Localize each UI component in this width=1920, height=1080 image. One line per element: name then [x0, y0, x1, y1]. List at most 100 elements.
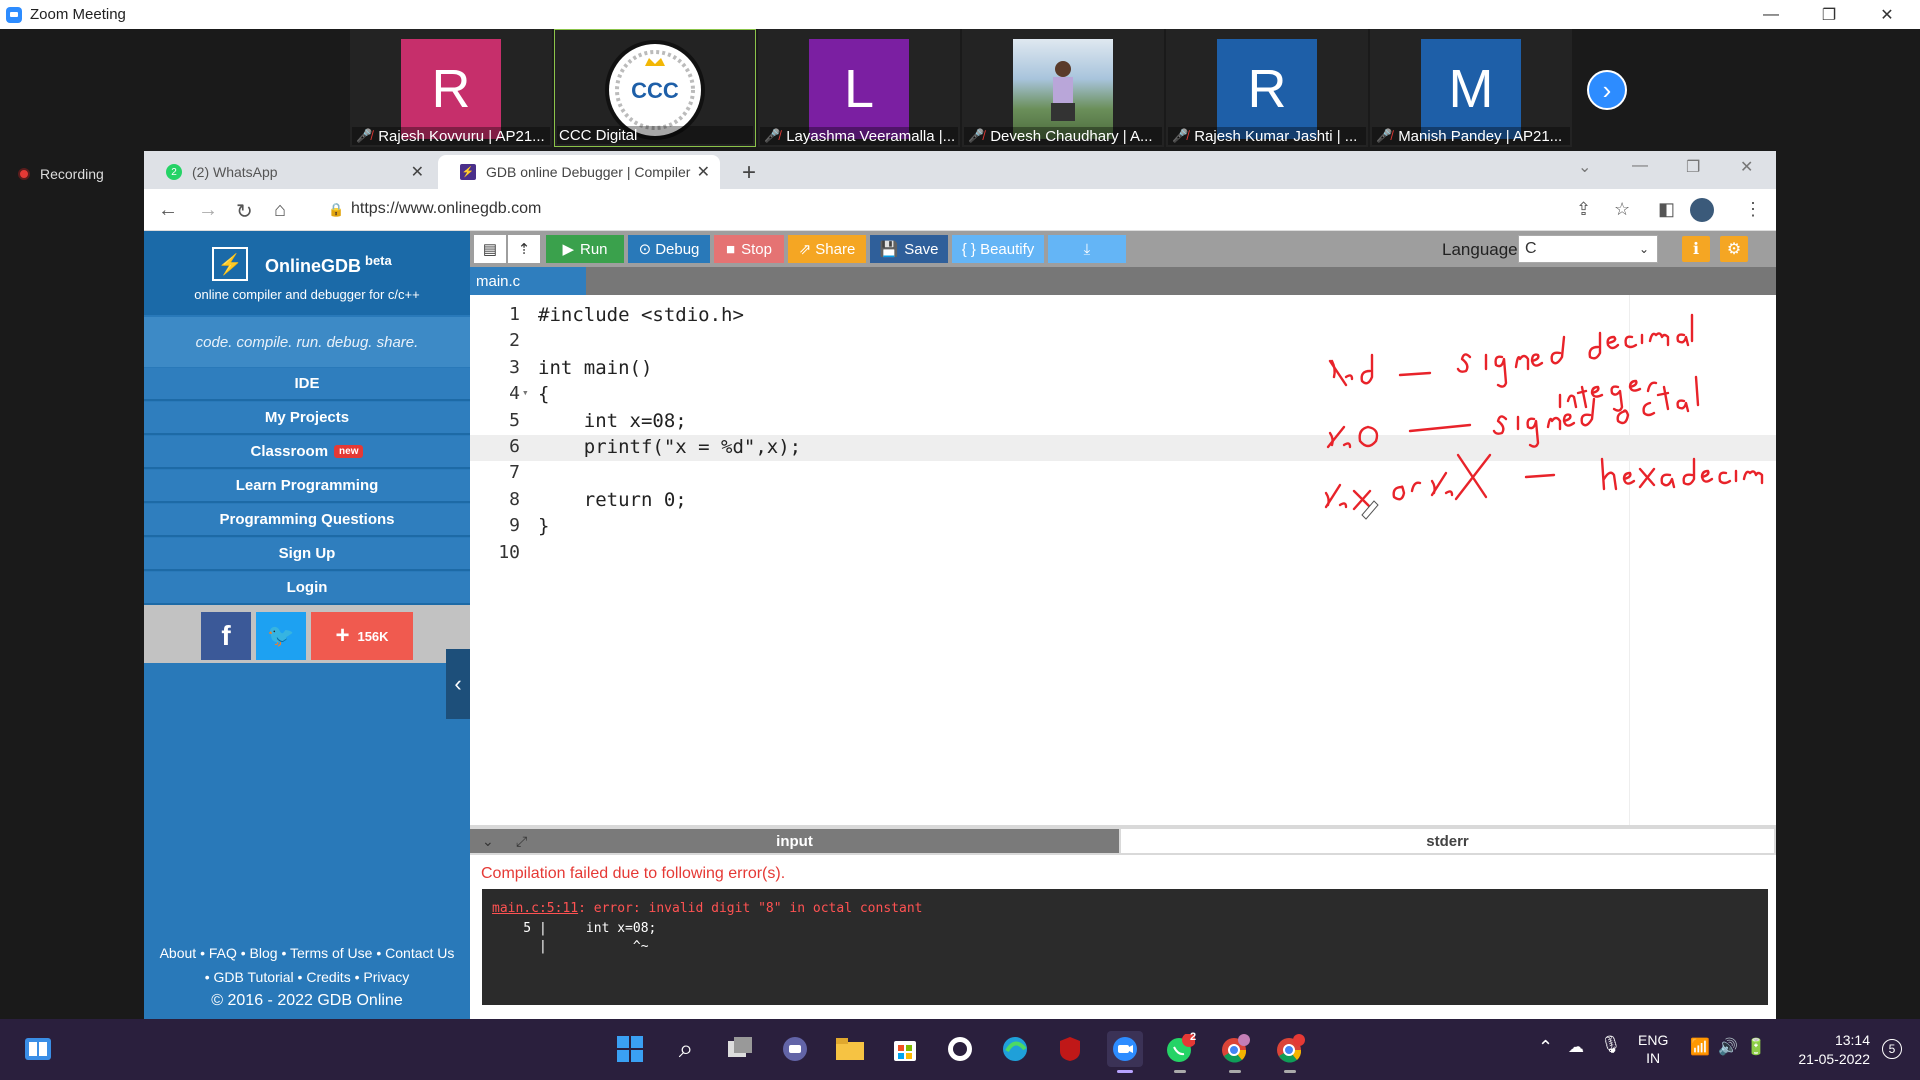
tab-whatsapp[interactable]: 2 (2) WhatsApp ✕	[144, 155, 434, 189]
file-explorer-icon[interactable]	[832, 1031, 868, 1067]
chevron-up-icon[interactable]: ⌃	[1538, 1037, 1553, 1058]
footer-links-2[interactable]: • GDB Tutorial • Credits • Privacy	[144, 965, 470, 989]
participant-tile[interactable]: 🎤̸ Devesh Chaudhary | A...	[962, 29, 1164, 147]
ink-stroke	[1514, 354, 1530, 371]
facebook-icon[interactable]: f	[201, 612, 251, 660]
close-tab-icon[interactable]: ✕	[411, 162, 424, 182]
more-icon[interactable]: ⋮	[1744, 199, 1762, 220]
twitter-icon[interactable]: 🐦	[256, 612, 306, 660]
ink-stroke	[1576, 385, 1588, 409]
chrome-icon[interactable]	[1217, 1031, 1253, 1073]
collapse-sidebar-button[interactable]: ‹	[446, 649, 470, 719]
teams-chat-icon[interactable]	[777, 1031, 813, 1067]
participant-tile[interactable]: L 🎤̸ Layashma Veeramalla |...	[758, 29, 960, 147]
participant-tile[interactable]: R 🎤̸ Rajesh Kumar Jashti | ...	[1166, 29, 1368, 147]
task-view-icon[interactable]	[722, 1031, 758, 1067]
participant-tile[interactable]: M 🎤̸ Manish Pandey | AP21...	[1370, 29, 1572, 147]
info-icon[interactable]: ℹ	[1682, 236, 1710, 262]
language-indicator[interactable]: ENG IN	[1638, 1031, 1668, 1067]
share-count-button[interactable]: +156K	[311, 612, 413, 660]
new-tab-icon[interactable]: +	[742, 159, 756, 187]
edge-icon[interactable]	[997, 1031, 1033, 1067]
url-field[interactable]: https://www.onlinegdb.com	[351, 200, 541, 218]
stop-button[interactable]: ■ Stop	[714, 235, 784, 263]
ink-stroke	[1642, 401, 1656, 417]
ink-stroke	[1456, 353, 1472, 373]
share-icon[interactable]: ⇪	[1576, 199, 1591, 220]
app-icon[interactable]	[942, 1031, 978, 1067]
browser-tab-bar: 2 (2) WhatsApp ✕ ⚡ GDB online Debugger |…	[144, 151, 1776, 189]
recording-label: Recording	[40, 166, 104, 182]
widgets-icon[interactable]	[20, 1031, 56, 1067]
restore-icon[interactable]: ❐	[1800, 0, 1858, 29]
download-icon[interactable]: ⤓	[1048, 235, 1126, 263]
participant-name: Devesh Chaudhary | A...	[990, 127, 1153, 145]
close-icon[interactable]: ✕	[1858, 0, 1916, 29]
home-icon[interactable]: ⌂	[274, 199, 286, 222]
sidebar: ⚡ OnlineGDB beta online compiler and debu…	[144, 231, 470, 1019]
recording-indicator[interactable]: Recording	[18, 166, 104, 182]
chevron-right-icon: ›	[1602, 74, 1612, 105]
brand-name: OnlineGDB	[265, 256, 362, 276]
code-editor[interactable]: 1 #include <stdio.h> 2 3 int main() 4 ▾{5 int …	[470, 295, 1776, 825]
error-location-link[interactable]: main.c:5:11	[492, 901, 578, 916]
sidebar-item-programming-questions[interactable]: Programming Questions	[144, 504, 470, 537]
next-participants-button[interactable]: ›	[1587, 70, 1627, 110]
language-label: Language	[1442, 240, 1518, 259]
participant-tile[interactable]: R 🎤̸ Rajesh Kovvuru | AP21...	[350, 29, 552, 147]
brand-tagline: online compiler and debugger for c/c++	[194, 287, 420, 302]
save-button[interactable]: 💾 Save	[870, 235, 948, 263]
onedrive-icon[interactable]: ☁	[1568, 1037, 1584, 1057]
expand-icon[interactable]: ⤢	[516, 833, 527, 850]
sidebar-item-my-projects[interactable]: My Projects	[144, 402, 470, 435]
sidebar-item-classroom[interactable]: Classroom new	[144, 436, 470, 469]
windows-start-icon[interactable]	[612, 1031, 648, 1067]
sidebar-icon[interactable]: ◧	[1658, 199, 1675, 220]
new-file-icon[interactable]: ▤	[474, 235, 506, 263]
star-icon[interactable]: ☆	[1614, 199, 1630, 220]
sidebar-item-learn-programming[interactable]: Learn Programming	[144, 470, 470, 503]
tab-search-icon[interactable]: ⌄	[1578, 157, 1591, 177]
footer-links-1[interactable]: About • FAQ • Blog • Terms of Use • Cont…	[144, 941, 470, 965]
close-tab-icon[interactable]: ✕	[697, 162, 710, 182]
tab-onlinegdb[interactable]: ⚡ GDB online Debugger | Compiler ✕	[438, 155, 720, 189]
mic-muted-icon: 🎤̸	[764, 128, 781, 143]
store-icon[interactable]	[887, 1031, 923, 1067]
debug-button[interactable]: ⊙ Debug	[628, 235, 710, 263]
close-icon[interactable]: ✕	[1740, 157, 1753, 177]
social-bar: f 🐦 +156K	[144, 605, 470, 663]
language-select[interactable]: C ⌄	[1518, 235, 1658, 263]
participant-name: Rajesh Kovvuru | AP21...	[378, 127, 545, 145]
volume-icon[interactable]: 🔊	[1718, 1037, 1738, 1057]
gear-icon[interactable]: ⚙	[1720, 236, 1748, 262]
wifi-icon[interactable]: 📶	[1690, 1037, 1710, 1057]
chrome-profile-icon[interactable]	[1272, 1031, 1308, 1073]
upload-icon[interactable]: ⇡	[508, 235, 540, 263]
mcafee-icon[interactable]	[1052, 1031, 1088, 1067]
minimize-icon[interactable]: —	[1632, 157, 1648, 175]
profile-avatar-icon[interactable]	[1690, 198, 1714, 222]
whatsapp-icon[interactable]: 2	[1162, 1031, 1198, 1073]
tab-input[interactable]: input	[470, 829, 1119, 853]
beautify-button[interactable]: { } Beautify	[952, 235, 1044, 263]
search-icon[interactable]: ⌕	[668, 1031, 704, 1067]
microphone-icon[interactable]: 🎙	[1600, 1035, 1622, 1055]
notification-badge[interactable]: 5	[1882, 1039, 1902, 1059]
share-button[interactable]: ⇗ Share	[788, 235, 866, 263]
tab-stderr[interactable]: stderr	[1121, 829, 1774, 853]
tab-main-c[interactable]: main.c	[470, 267, 586, 295]
battery-icon[interactable]: 🔋	[1746, 1037, 1766, 1057]
zoom-taskbar-icon[interactable]	[1107, 1031, 1143, 1073]
participant-tile[interactable]: CCC CCC Digital	[554, 29, 756, 147]
back-icon[interactable]: ←	[158, 199, 178, 222]
clock[interactable]: 13:14 21-05-2022	[1786, 1031, 1870, 1069]
run-button[interactable]: ▶ Run	[546, 235, 624, 263]
sidebar-item-sign-up[interactable]: Sign Up	[144, 538, 470, 571]
sidebar-item-login[interactable]: Login	[144, 572, 470, 605]
chevron-down-icon[interactable]: ⌄	[482, 833, 494, 850]
sidebar-item-ide[interactable]: IDE	[144, 368, 470, 401]
restore-icon[interactable]: ❐	[1686, 157, 1700, 177]
forward-icon[interactable]: →	[198, 199, 218, 222]
minimize-icon[interactable]: —	[1742, 0, 1800, 29]
reload-icon[interactable]: ↻	[236, 199, 253, 224]
